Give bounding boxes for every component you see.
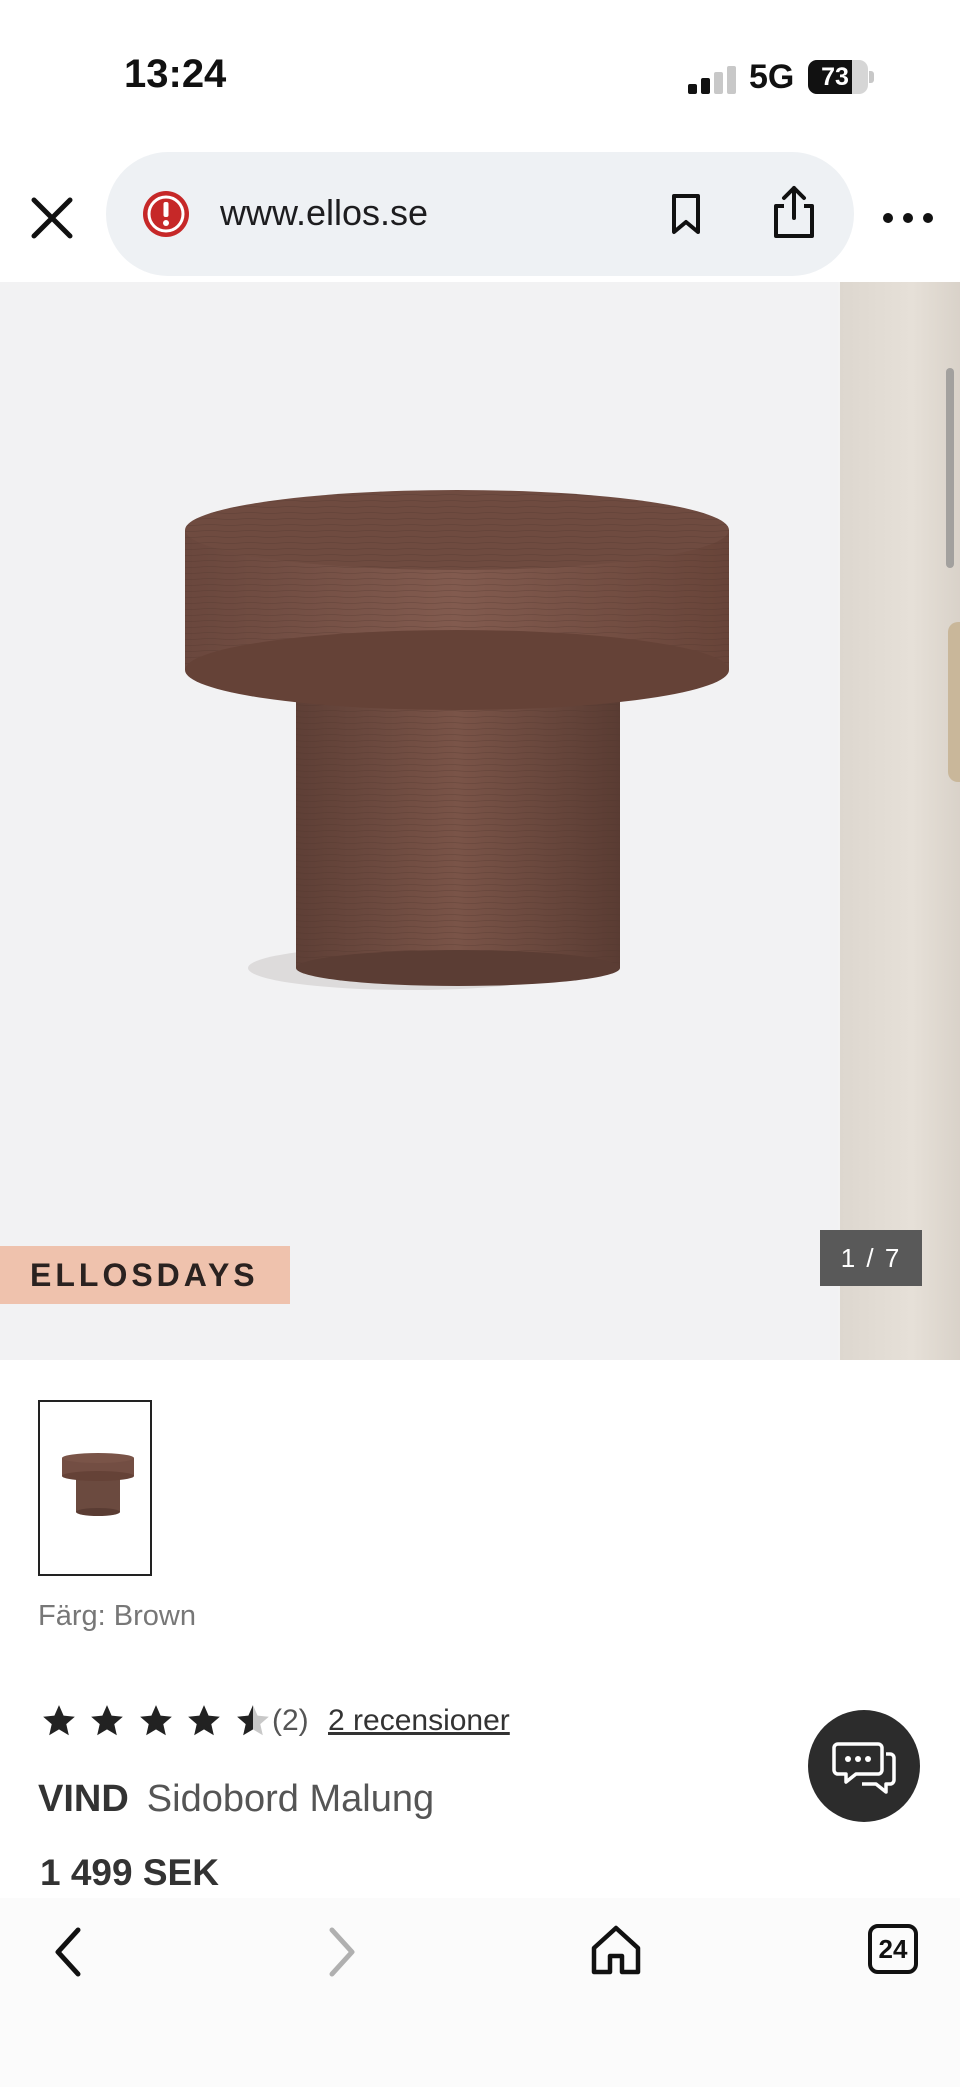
reviews-link[interactable]: 2 recensioner (328, 1704, 510, 1738)
chat-icon (832, 1742, 896, 1794)
star-icon (43, 1705, 75, 1736)
color-label: Färg: Brown (38, 1600, 196, 1632)
battery-icon: 73 (808, 60, 874, 94)
battery-level: 73 (821, 63, 849, 91)
star-icon (91, 1705, 124, 1736)
network-type: 5G (749, 58, 795, 96)
star-rating (40, 1702, 278, 1745)
rating-count: (2) (272, 1704, 309, 1737)
star-icon (188, 1705, 221, 1736)
tabs-icon[interactable]: 24 (868, 1924, 918, 1974)
star-icon (140, 1705, 172, 1736)
bookmark-icon[interactable] (660, 188, 712, 240)
address-bar[interactable]: www.ellos.se (106, 152, 854, 276)
home-icon[interactable] (588, 1922, 644, 1978)
share-icon[interactable] (766, 182, 822, 242)
product-brand[interactable]: VIND (38, 1778, 129, 1820)
rating: (2) 2 recensioner (40, 1702, 510, 1745)
back-icon[interactable] (48, 1924, 88, 1980)
close-icon (31, 197, 73, 239)
browser-toolbar: 24 (0, 1898, 960, 2087)
product-gallery[interactable]: ELLOSDAYS 1 / 7 (0, 282, 960, 1360)
next-product-image[interactable] (840, 282, 960, 1360)
close-button[interactable] (24, 190, 80, 246)
more-icon[interactable] (880, 208, 936, 228)
star-half-icon (236, 1705, 269, 1736)
promo-badge: ELLOSDAYS (0, 1246, 290, 1304)
security-warning-icon[interactable] (140, 188, 192, 240)
status-time: 13:24 (124, 52, 227, 96)
browser-nav-bar: www.ellos.se (0, 150, 960, 282)
product-price: 1 499 SEK (40, 1852, 219, 1893)
thumbnail-selected[interactable] (38, 1400, 152, 1576)
product-name: Sidobord Malung (146, 1778, 435, 1820)
product-image[interactable] (0, 282, 838, 1360)
forward-icon[interactable] (322, 1924, 362, 1980)
product-title: VIND Sidobord Malung (38, 1778, 434, 1821)
signal-icon (688, 66, 736, 94)
scrollbar[interactable] (946, 368, 954, 568)
chat-button[interactable] (808, 1710, 920, 1822)
image-counter: 1 / 7 (820, 1230, 922, 1286)
url-text[interactable]: www.ellos.se (220, 192, 428, 234)
status-bar: 13:24 5G 73 (0, 0, 960, 150)
